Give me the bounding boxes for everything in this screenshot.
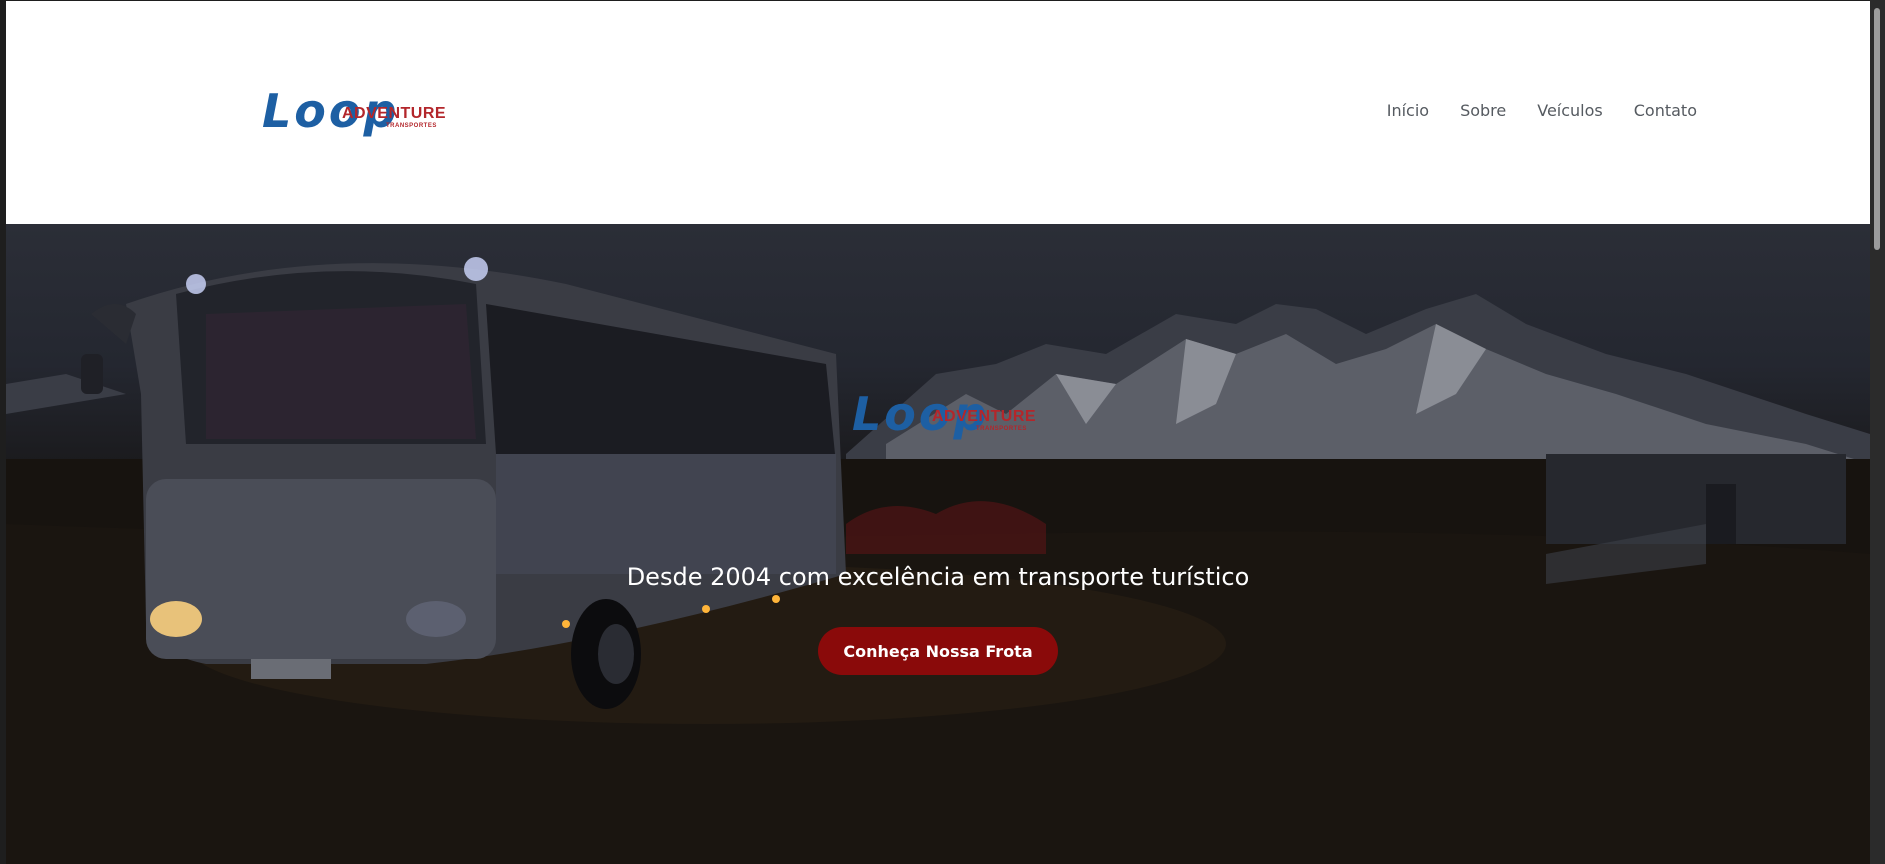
logo-adventure-text: ADVENTURE (342, 105, 447, 122)
scrollbar-thumb[interactable] (1874, 8, 1880, 250)
hero-logo: Loop ADVENTURE TRANSPORTES (852, 388, 1036, 444)
hero-logo-adventure-text: ADVENTURE (932, 408, 1037, 425)
nav-link-veiculos[interactable]: Veículos (1537, 101, 1603, 120)
main-nav: Início Sobre Veículos Contato (1387, 101, 1697, 120)
nav-link-inicio[interactable]: Início (1387, 101, 1429, 120)
hero-background-image (6, 257, 1870, 864)
nav-link-contato[interactable]: Contato (1634, 101, 1697, 120)
hero-tagline: Desde 2004 com excelência em transporte … (626, 563, 1250, 591)
hero-logo-transportes-text: TRANSPORTES (976, 426, 1027, 432)
site-header: Loop ADVENTURE TRANSPORTES Início Sobre … (6, 1, 1870, 224)
page-scrollbar[interactable] (1870, 0, 1885, 864)
cta-button-frota[interactable]: Conheça Nossa Frota (818, 627, 1058, 675)
logo-transportes-text: TRANSPORTES (386, 123, 437, 129)
site-logo[interactable]: Loop ADVENTURE TRANSPORTES (262, 85, 446, 141)
hero-section: Loop ADVENTURE TRANSPORTES Desde 2004 co… (6, 224, 1870, 864)
page: Loop ADVENTURE TRANSPORTES Início Sobre … (6, 1, 1870, 864)
nav-link-sobre[interactable]: Sobre (1460, 101, 1506, 120)
